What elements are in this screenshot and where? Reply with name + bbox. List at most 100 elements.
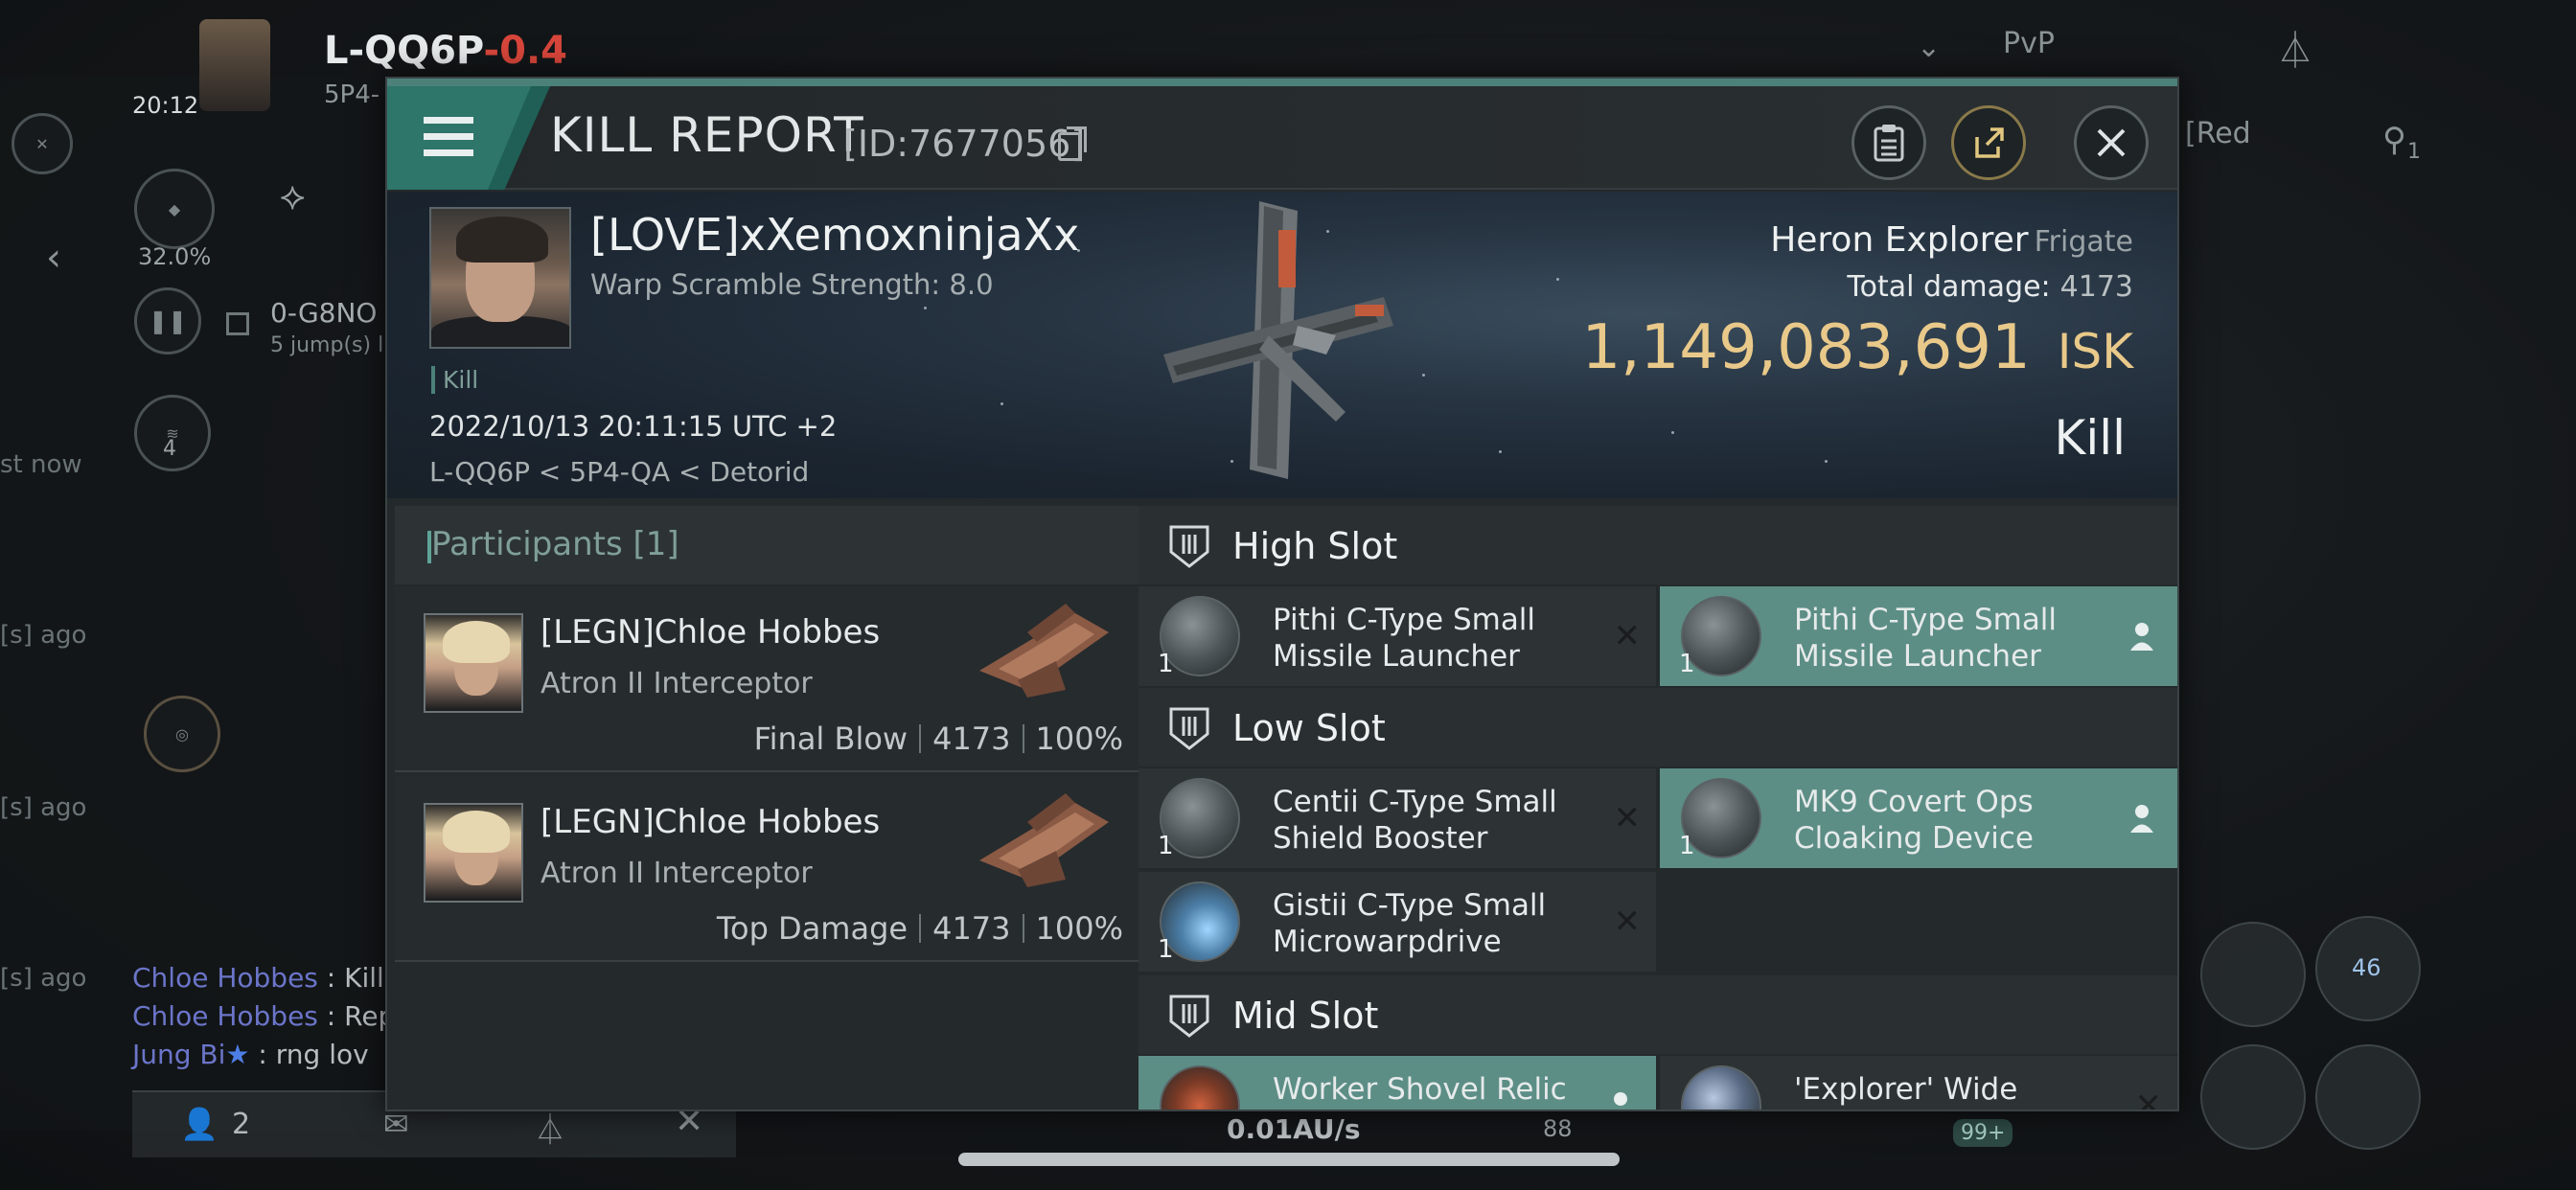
route-checkbox[interactable]	[226, 312, 249, 335]
star-icon: ★	[225, 1039, 250, 1070]
copy-icon[interactable]	[1058, 126, 1087, 161]
fleet-icon[interactable]: ⟡	[280, 174, 305, 218]
victim-hero: [LOVE]xXemoxninjaXx Warp Scramble Streng…	[387, 192, 2177, 498]
low-slot-header: Low Slot	[1138, 688, 2177, 767]
menu-tab[interactable]	[387, 86, 550, 190]
pvp-label[interactable]: PvP	[2003, 27, 2055, 60]
ship-name[interactable]: Heron Explorer	[1770, 220, 2028, 260]
hamburger-menu-icon[interactable]	[424, 117, 473, 157]
clock-text: 20:12	[132, 92, 199, 119]
isk-unit: ISK	[2057, 324, 2133, 379]
mid-slot-header: Mid Slot	[1138, 975, 2177, 1054]
home-indicator	[958, 1153, 1620, 1166]
clipboard-button[interactable]	[1852, 105, 1926, 180]
system-name[interactable]: L-QQ6P-0.4	[324, 29, 567, 73]
search-icon[interactable]: ⚲	[2382, 121, 2406, 159]
high-slot-title: High Slot	[1232, 525, 1398, 567]
destroyed-x-icon: ✕	[1613, 799, 1642, 837]
dropped-person-icon	[1614, 1092, 1627, 1106]
module-item[interactable]: 1 MK9 Covert Ops Cloaking Device	[1660, 768, 2177, 868]
cargo-icon[interactable]: ◆	[134, 169, 215, 249]
close-icon-bg[interactable]: ✕	[12, 113, 73, 174]
ago-text-4: st now	[0, 450, 82, 479]
ship-class: Frigate	[2034, 225, 2133, 259]
counter-badge: 99+	[1953, 1119, 2013, 1147]
chat-line: Chloe Hobbes : Kill:	[132, 962, 393, 994]
module-slot-icon[interactable]	[2200, 922, 2306, 1027]
stack-count: 4	[163, 437, 176, 461]
module-name-line-2: Cloaking Device	[1794, 821, 2034, 856]
participant-row[interactable]: [LEGN]Chloe Hobbes Atron II Interceptor …	[395, 776, 1138, 962]
close-button[interactable]	[2074, 105, 2149, 180]
mid-slot-icon	[1169, 995, 1209, 1038]
participant-ship: Atron II Interceptor	[540, 857, 813, 890]
module-qty: 1	[1679, 832, 1695, 860]
participant-row[interactable]: [LEGN]Chloe Hobbes Atron II Interceptor …	[395, 586, 1138, 772]
kill-location[interactable]: L-QQ6P < 5P4-QA < Detorid	[429, 456, 809, 488]
total-damage-label: Total damage:	[1847, 270, 2051, 304]
turret-icon-2[interactable]	[2315, 1044, 2421, 1150]
module-item[interactable]: 1 Pithi C-Type Small Missile Launcher	[1660, 586, 2177, 686]
destroyed-x-icon: ✕	[1613, 617, 1642, 655]
share-button[interactable]	[1951, 105, 2026, 180]
chat-name[interactable]: Chloe Hobbes	[132, 1000, 318, 1032]
pause-icon[interactable]: ❚❚	[134, 287, 201, 355]
low-slot-icon	[1169, 707, 1209, 750]
fitting-panel: High Slot 1 Pithi C-Type Small Missile La…	[1138, 506, 2177, 1110]
modal-accent-line	[387, 79, 2177, 86]
pilot-avatar[interactable]	[199, 19, 270, 111]
module-name-line-1: MK9 Covert Ops	[1794, 785, 2034, 819]
dropped-person-icon	[2130, 805, 2153, 833]
close-icon	[2097, 128, 2126, 157]
participant-ship: Atron II Interceptor	[540, 667, 813, 700]
participant-name[interactable]: [LEGN]Chloe Hobbes	[540, 803, 880, 841]
participant-avatar[interactable]	[424, 803, 523, 903]
module-item[interactable]: 1 Gistii C-Type Small Microwarpdrive ✕	[1138, 872, 1656, 972]
chat-line: Chloe Hobbes : Rep	[132, 1000, 395, 1032]
chevron-left-icon[interactable]: ‹	[46, 236, 61, 280]
module-item[interactable]: 1 Centii C-Type Small Shield Booster ✕	[1138, 768, 1656, 868]
people-icon[interactable]: 👤	[180, 1106, 218, 1142]
route-target: 0-G8NO	[270, 297, 378, 329]
game-screen: { "background": { "system_name": "L-QQ6P…	[0, 0, 2576, 1190]
participants-header: Participants [1]	[395, 506, 1138, 584]
high-slot-icon	[1169, 525, 1209, 568]
module-item[interactable]: Worker Shovel Relic	[1138, 1056, 1656, 1110]
report-id: [ID:7677056]	[843, 123, 1086, 165]
participant-avatar[interactable]	[424, 613, 523, 713]
target-icon[interactable]: ◎	[144, 696, 220, 772]
kill-datetime: 2022/10/13 20:11:15 UTC +2	[429, 410, 838, 443]
turret-icon-1[interactable]	[2200, 1044, 2306, 1150]
speed-readout: 0.01AU/s	[1227, 1113, 1361, 1145]
high-slot-header: High Slot	[1138, 506, 2177, 584]
module-name-line-1: Centii C-Type Small	[1273, 785, 1557, 819]
module-name-line-2: Shield Booster	[1273, 821, 1488, 856]
victim-name[interactable]: [LOVE]xXemoxninjaXx	[590, 209, 1079, 261]
participant-stats: Top Damage 4173 100%	[717, 910, 1123, 947]
module-name-line-2: Missile Launcher	[1794, 639, 2041, 674]
participant-name[interactable]: [LEGN]Chloe Hobbes	[540, 613, 880, 652]
chat-message: : rng lov	[249, 1039, 369, 1070]
total-damage-value: 4173	[2059, 270, 2133, 304]
module-qty: 1	[1158, 935, 1174, 964]
filter-icon[interactable]: ⏃	[535, 1106, 565, 1150]
mid-slot-title: Mid Slot	[1232, 995, 1379, 1037]
participants-count: [1]	[632, 525, 679, 563]
chat-name[interactable]: Chloe Hobbes	[132, 962, 318, 994]
victim-portrait[interactable]	[429, 207, 571, 349]
module-qty: 1	[1158, 650, 1174, 678]
red-label: [Red	[2185, 117, 2251, 150]
filter-icon-top[interactable]: ⏃	[2277, 21, 2313, 74]
module-name-line-2: Missile Launcher	[1273, 639, 1520, 674]
module-item[interactable]: 1 Pithi C-Type Small Missile Launcher ✕	[1138, 586, 1656, 686]
chat-line: Jung Bi★ : rng lov	[132, 1039, 369, 1070]
chevron-down-icon[interactable]: ⌄	[1917, 31, 1941, 64]
participants-label: Participants	[431, 525, 623, 563]
chat-name[interactable]: Jung Bi	[132, 1039, 225, 1070]
module-qty: 1	[1679, 650, 1695, 678]
participant-ship-image	[979, 604, 1109, 698]
drone-count: 46	[2352, 954, 2381, 981]
module-name-line-1: Gistii C-Type Small	[1273, 888, 1547, 923]
module-item[interactable]: 'Explorer' Wide ✕	[1660, 1056, 2177, 1110]
victim-ship-image	[1163, 201, 1393, 479]
